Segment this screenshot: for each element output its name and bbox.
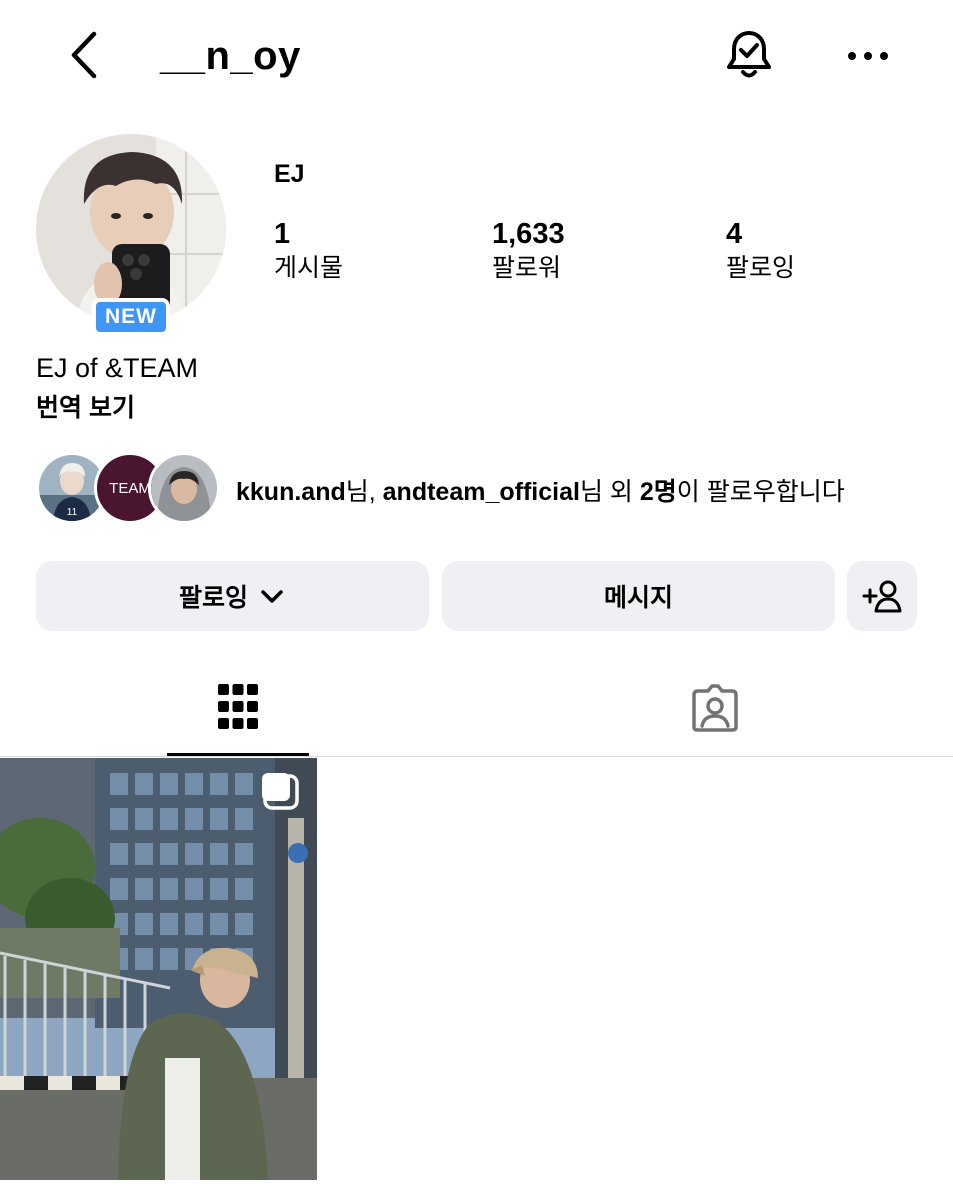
- mutual-avatar: [148, 452, 220, 524]
- followers-label: 팔로워: [492, 254, 562, 282]
- profile-avatar[interactable]: [36, 134, 226, 324]
- tab-tagged[interactable]: [644, 660, 786, 756]
- svg-text:11: 11: [67, 507, 78, 518]
- stat-followers[interactable]: 1,633 팔로워: [492, 216, 565, 284]
- message-button-label: 메시지: [603, 584, 673, 612]
- stat-following[interactable]: 4 팔로잉: [726, 216, 795, 284]
- profile-tabs: [0, 660, 953, 757]
- person-add-icon: [862, 580, 902, 613]
- chevron-down-icon: [261, 590, 283, 603]
- profile-bio: EJ of &TEAM: [36, 353, 199, 383]
- mutual-followers-text: kkun.and님, andteam_official님 외 2명이 팔로우합니…: [236, 478, 845, 506]
- stat-posts[interactable]: 1 게시물: [274, 216, 343, 284]
- suggested-users-button[interactable]: [847, 561, 917, 631]
- tagged-person-icon: [692, 684, 738, 732]
- following-button-label: 팔로잉: [178, 584, 248, 612]
- posts-count: 1: [274, 218, 291, 250]
- following-label: 팔로잉: [726, 254, 796, 282]
- display-name: EJ: [274, 160, 305, 188]
- more-horizontal-icon: [848, 52, 888, 60]
- back-button[interactable]: [60, 28, 110, 82]
- more-options-button[interactable]: [843, 36, 893, 76]
- mutual-followers[interactable]: 11 TEAM kkun.and님, andteam_official님 외 2…: [36, 452, 926, 524]
- followers-count: 1,633: [492, 218, 565, 250]
- notifications-button[interactable]: [722, 28, 776, 82]
- following-count: 4: [726, 218, 743, 250]
- mutual-count: 2명: [639, 478, 677, 506]
- tab-posts-grid[interactable]: [167, 660, 309, 756]
- bell-check-icon: [727, 31, 771, 78]
- see-translation-link[interactable]: 번역 보기: [36, 388, 135, 424]
- team-avatar-text: TEAM: [109, 480, 151, 497]
- profile-avatar-container: NEW: [36, 134, 226, 336]
- grid-icon: [218, 683, 258, 729]
- following-button[interactable]: 팔로잉: [36, 561, 429, 631]
- post-thumbnail[interactable]: [0, 758, 317, 1180]
- profile-username: __n_oy: [160, 34, 301, 78]
- top-bar: __n_oy: [0, 0, 953, 110]
- message-button[interactable]: 메시지: [442, 561, 835, 631]
- mutual-user-2[interactable]: andteam_official: [383, 478, 580, 506]
- mutual-user-1[interactable]: kkun.and: [236, 478, 346, 506]
- chevron-left-icon: [71, 31, 97, 79]
- posts-label: 게시물: [274, 254, 344, 282]
- new-badge: NEW: [92, 298, 170, 336]
